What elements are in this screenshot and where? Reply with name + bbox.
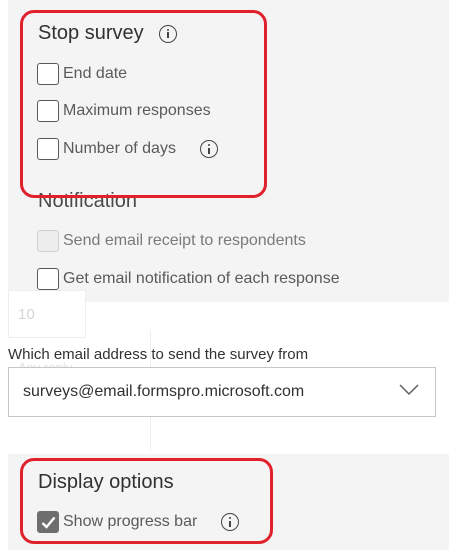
highlight-display-options bbox=[20, 458, 273, 544]
email-address-value: surveys@email.formspro.microsoft.com bbox=[23, 383, 305, 400]
send-email-receipt-checkbox bbox=[37, 230, 59, 252]
email-notification-option[interactable]: Get email notification of each response bbox=[37, 268, 340, 290]
send-email-receipt-label: Send email receipt to respondents bbox=[63, 232, 306, 249]
email-address-dropdown[interactable]: surveys@email.formspro.microsoft.com bbox=[8, 367, 436, 417]
email-notification-checkbox[interactable] bbox=[37, 268, 59, 290]
highlight-stop-survey bbox=[20, 10, 267, 198]
email-notification-label: Get email notification of each response bbox=[63, 270, 340, 287]
chevron-down-icon[interactable] bbox=[399, 384, 419, 396]
send-email-receipt-option: Send email receipt to respondents bbox=[37, 230, 306, 252]
email-address-label: Which email address to send the survey f… bbox=[8, 346, 309, 363]
background-number-value: 10 bbox=[18, 306, 35, 323]
